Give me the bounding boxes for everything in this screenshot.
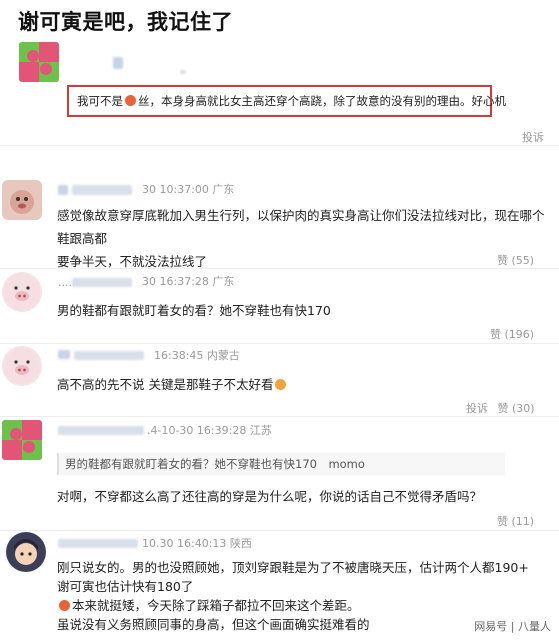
comment-line: 刚只说女的。男的也没照顾她，顶刘穿跟鞋是为了不被唐晓天压，估计两个人都190+ xyxy=(57,560,529,575)
username-blurred xyxy=(180,70,186,74)
username-blurred xyxy=(58,539,138,548)
username-blurred xyxy=(58,426,144,435)
like-button[interactable]: 赞 (55) xyxy=(497,252,534,268)
comment-line: 谢可寅也估计快有180了 xyxy=(57,579,194,594)
username-blurred xyxy=(113,57,123,69)
avatar[interactable] xyxy=(2,420,42,460)
highlighted-comment: 我可不是 丝，本身身高就比女主高还穿个高跷，除了故意的没有别的理由。好心机 xyxy=(67,85,506,117)
like-button[interactable]: 赞 (196) xyxy=(490,326,534,342)
comment-text: 男的鞋都有跟就盯着女的看？她不穿鞋也有快170 xyxy=(57,303,331,318)
comment-meta: 30 16:37:28 广东 xyxy=(142,275,235,288)
divider xyxy=(0,416,559,417)
report-link[interactable]: 投诉 xyxy=(522,129,544,145)
quoted-reply: 男的鞋都有跟就盯着女的看？她不穿鞋也有快170 momo xyxy=(57,453,505,475)
avatar[interactable] xyxy=(19,42,59,82)
highlight-suffix: 丝，本身身高就比女主高还穿个高跷，除了故意的没有别的理由。好心机 xyxy=(138,94,506,108)
comment-text: 感觉像故意穿厚底靴加入男生行列，以保护肉的真实身高让你们没法拉线对比，现在哪个鞋… xyxy=(57,204,547,273)
like-button[interactable]: 赞 (30) xyxy=(498,402,535,415)
comment-text: 高不高的先不说 关键是那鞋子不太好看 xyxy=(57,373,288,396)
comment-meta: .4-10-30 16:39:28 江苏 xyxy=(147,424,272,437)
comment-line-text: 本来就挺矮，今天除了踩箱子都拉不回来这个差距。 xyxy=(72,598,360,613)
emoji-icon xyxy=(125,95,136,106)
comment-line: 感觉像故意穿厚底靴加入男生行列，以保护肉的真实身高让你们没法拉线对比，现在哪个鞋… xyxy=(57,208,545,246)
emoji-icon xyxy=(59,600,70,611)
divider xyxy=(0,268,559,269)
username-blurred xyxy=(58,185,68,195)
comment-line: 要争半天，不就没法拉线了 xyxy=(57,254,208,269)
divider xyxy=(0,145,559,146)
comment-meta: 16:38:45 内蒙古 xyxy=(154,349,240,362)
watermark: 网易号 | 八量人 xyxy=(474,620,551,633)
comment-line: 高不高的先不说 关键是那鞋子不太好看 xyxy=(57,377,274,392)
comment-line: 本来就挺矮，今天除了踩箱子都拉不回来这个差距。 xyxy=(57,596,547,615)
divider xyxy=(0,343,559,344)
avatar[interactable] xyxy=(2,180,42,220)
username-blurred xyxy=(58,350,70,359)
username-blurred xyxy=(72,278,132,287)
comment-actions: 投诉 赞 (30) xyxy=(466,400,535,416)
comment-meta: 30 10:37:00 广东 xyxy=(142,183,235,196)
page-title: 谢可寅是吧，我记住了 xyxy=(18,10,233,34)
avatar[interactable] xyxy=(2,272,42,312)
username-blurred xyxy=(72,185,132,195)
highlight-prefix: 我可不是 xyxy=(77,94,123,108)
comment-text: 对啊，不穿都这么高了还往高的穿是为什么呢，你说的话自己不觉得矛盾吗？ xyxy=(57,489,483,504)
comment-meta: 10.30 16:40:13 陕西 xyxy=(142,537,252,550)
report-link[interactable]: 投诉 xyxy=(466,402,488,415)
emoji-icon xyxy=(275,379,287,390)
username-blurred xyxy=(74,351,144,360)
avatar[interactable] xyxy=(2,346,42,386)
like-button[interactable]: 赞 (11) xyxy=(497,513,534,529)
avatar[interactable] xyxy=(6,532,46,572)
divider xyxy=(0,530,559,531)
